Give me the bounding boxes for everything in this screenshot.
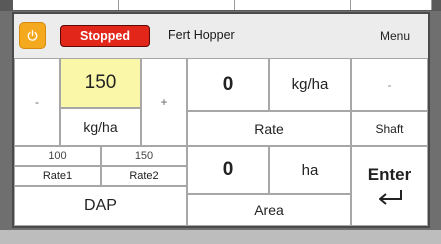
preset-rate2-value[interactable]: 150 bbox=[101, 146, 187, 166]
top-tab-4 bbox=[351, 0, 432, 10]
target-rate-value[interactable]: 150 bbox=[60, 58, 141, 108]
product-button[interactable]: DAP bbox=[14, 186, 187, 226]
control-panel: Stopped Fert Hopper Menu - 150 kg/ha + 0… bbox=[12, 12, 430, 228]
area-value: 0 bbox=[187, 146, 269, 194]
rate-label: Rate bbox=[187, 111, 351, 146]
header-bar: Stopped Fert Hopper Menu bbox=[14, 14, 428, 59]
rate-decrease-button[interactable]: - bbox=[14, 58, 60, 146]
enter-button[interactable]: Enter bbox=[351, 146, 428, 226]
enter-label: Enter bbox=[367, 164, 412, 184]
preset-rate2-button[interactable]: Rate2 bbox=[101, 166, 187, 186]
area-unit: ha bbox=[269, 146, 351, 194]
area-label: Area bbox=[187, 194, 351, 226]
menu-button[interactable]: Menu bbox=[366, 22, 424, 50]
product-name: Fert Hopper bbox=[168, 28, 235, 42]
preset-rate1-value[interactable]: 100 bbox=[14, 146, 101, 166]
shaft-label: Shaft bbox=[351, 111, 428, 146]
window-top-strip bbox=[0, 0, 441, 11]
preset-rate1-button[interactable]: Rate1 bbox=[14, 166, 101, 186]
power-button[interactable] bbox=[19, 22, 46, 49]
target-rate-unit: kg/ha bbox=[60, 108, 141, 146]
enter-return-icon bbox=[378, 189, 402, 205]
actual-rate-unit: kg/ha bbox=[269, 58, 351, 111]
top-tab-2 bbox=[119, 0, 235, 10]
shaft-value: - bbox=[351, 58, 428, 111]
power-icon bbox=[27, 29, 38, 41]
actual-rate-value: 0 bbox=[187, 58, 269, 111]
top-tab-1 bbox=[13, 0, 119, 10]
window-bottom-strip bbox=[0, 230, 441, 244]
rate-increase-button[interactable]: + bbox=[141, 58, 187, 146]
top-tab-3 bbox=[235, 0, 351, 10]
status-badge: Stopped bbox=[60, 25, 150, 47]
